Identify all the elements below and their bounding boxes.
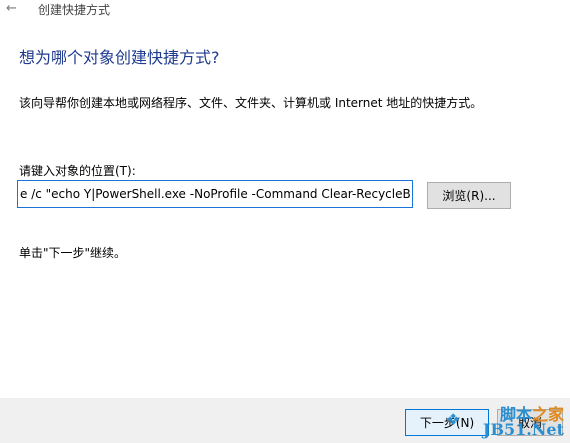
continue-hint: 单击"下一步"继续。 [19, 246, 127, 260]
window-title: 创建快捷方式 [38, 3, 111, 17]
cancel-button[interactable]: 取消 [497, 409, 563, 436]
page-heading: 想为哪个对象创建快捷方式? [19, 48, 220, 67]
next-button[interactable]: 下一步(N) [405, 409, 489, 436]
location-label: 请键入对象的位置(T): [19, 164, 136, 178]
location-input[interactable] [17, 180, 413, 208]
back-arrow-icon[interactable]: ← [6, 2, 20, 16]
wizard-description: 该向导帮你创建本地或网络程序、文件、文件夹、计算机或 Internet 地址的快… [19, 96, 483, 110]
create-shortcut-window: ← 创建快捷方式 想为哪个对象创建快捷方式? 该向导帮你创建本地或网络程序、文件… [0, 0, 570, 443]
browse-button[interactable]: 浏览(R)... [427, 182, 511, 209]
title-bar: ← 创建快捷方式 [0, 0, 570, 20]
